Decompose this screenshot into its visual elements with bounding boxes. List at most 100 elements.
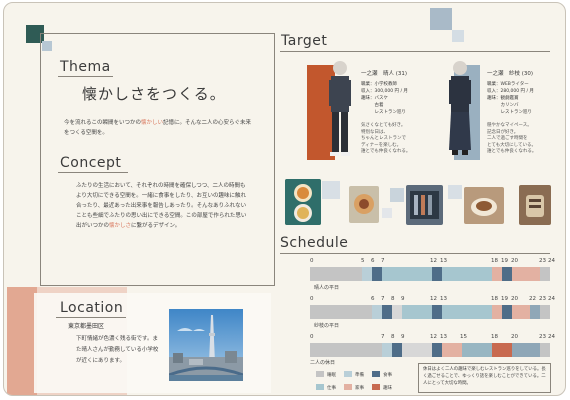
tick: 8 <box>391 334 395 340</box>
segment-meal <box>502 305 512 319</box>
location-photo <box>169 309 243 381</box>
tick: 6 <box>371 296 375 302</box>
tick: 13 <box>440 258 447 264</box>
segment-chores <box>492 305 502 319</box>
strip-square-3 <box>448 185 462 199</box>
tick: 23 <box>539 334 546 340</box>
tick: 20 <box>511 334 518 340</box>
segment-work <box>442 267 492 281</box>
hobby-photo-2 <box>519 185 551 225</box>
tick: 12 <box>430 334 437 340</box>
tick: 12 <box>430 258 437 264</box>
person2-extra-line: 穏やかなマイペース。 <box>487 123 532 128</box>
segment-prep <box>362 267 372 281</box>
person2-line: 趣味：観劇鑑賞 <box>487 96 519 101</box>
food-photo-1 <box>285 179 321 225</box>
row3-label: 二人の休日 <box>310 360 336 366</box>
location-bg-rust <box>7 287 37 395</box>
tick: 7 <box>381 296 385 302</box>
tick: 13 <box>440 296 447 302</box>
person2-line: レストラン巡り <box>487 110 532 115</box>
person1-line: 職業：小学校教師 <box>361 82 397 87</box>
tick: 13 <box>440 334 447 340</box>
segment-work <box>382 267 432 281</box>
person1-extra: 気さくなとても好き。 特別な日は、 ちゃんとレストランで ディナーを楽しむ。 誰… <box>361 123 410 156</box>
target-underline <box>280 51 550 52</box>
legend-swatch <box>344 384 352 390</box>
person1-lines: 職業：小学校教師 収入：300,000 円 / 月 趣味：バスケ 古着 レストラ… <box>361 81 408 116</box>
segment-free <box>392 305 402 319</box>
legend-label: 趣味 <box>383 386 392 391</box>
legend-swatch <box>372 371 380 377</box>
segment-meal <box>382 305 392 319</box>
legend-label: 睡眠 <box>327 373 336 378</box>
segment-meal <box>372 267 382 281</box>
person1-name: 一之瀬 晴人 (31) <box>361 71 408 77</box>
person1-line: 古着 <box>361 103 384 108</box>
legend-label: 食事 <box>383 373 392 378</box>
person1-extra-line: 誰とでも仲良くなれる。 <box>361 149 411 154</box>
segment-outing <box>462 343 492 357</box>
segment-sleep <box>310 305 372 319</box>
tick: 8 <box>391 296 395 302</box>
legend-swatch <box>316 384 324 390</box>
food-photo-2 <box>349 186 379 223</box>
legend-swatch <box>316 371 324 377</box>
location-area: 東京都墨田区 <box>68 323 105 330</box>
legend-swatch <box>344 371 352 377</box>
tick: 18 <box>491 334 498 340</box>
tick: 23 <box>539 258 546 264</box>
person2-extra-line: 誰とでも仲良くなれる。 <box>487 149 537 154</box>
location-body: 下町情緒が色濃く残る街です。また晴人さんが勤務している小学校が近くにあります。 <box>76 336 159 364</box>
segment-meal <box>432 267 442 281</box>
concept-heading: Concept <box>60 155 122 171</box>
tick: 9 <box>401 334 405 340</box>
tick: 0 <box>310 258 314 264</box>
segment-work <box>402 305 432 319</box>
strip-square-2 <box>390 188 404 202</box>
tick: 7 <box>381 334 385 340</box>
tick: 6 <box>371 258 375 264</box>
segment-hobby <box>442 343 462 357</box>
tick: 15 <box>460 334 467 340</box>
segment-prep <box>372 305 382 319</box>
person2-name: 一之瀬 紗枝 (30) <box>487 71 534 77</box>
tick: 20 <box>511 296 518 302</box>
segment-hobby <box>512 267 540 281</box>
person1-line: レストラン巡り <box>361 110 406 115</box>
segment-meal <box>492 343 512 357</box>
tick: 24 <box>548 258 555 264</box>
segment-sleep <box>310 267 362 281</box>
tick: 9 <box>401 296 405 302</box>
legend-label: 家事 <box>355 386 364 391</box>
segment-meal <box>432 343 442 357</box>
schedule-note-text: 休日はよく二人の趣味で楽しむレストラン巡りをしている。長く過ごせることで、ゆっく… <box>423 367 546 386</box>
hobby-photo-1 <box>406 185 443 225</box>
legend-label: 仕事 <box>327 386 336 391</box>
concept-body-highlight: 懐かしさ <box>109 223 132 229</box>
person2-line: 職業：WEBライター <box>487 82 529 87</box>
segment-chores <box>492 267 502 281</box>
thema-body-text: 今を流れるこの瞬間をいつかの <box>64 120 142 126</box>
segment-prep <box>382 343 392 357</box>
segment-free <box>530 305 540 319</box>
segment-sleep <box>540 267 550 281</box>
tick: 18 <box>491 296 498 302</box>
location-heading: Location <box>60 300 124 316</box>
thema-underline <box>58 76 113 77</box>
person1-extra-line: 気さくなとても好き。 <box>361 123 406 128</box>
segment-hobby <box>512 305 530 319</box>
tick: 7 <box>381 258 385 264</box>
row2-label: 紗枝の平日 <box>314 323 340 329</box>
concept-body: ふたりの生活において、それぞれの時間を確保しつつ、二人の時間もより大切にできる空… <box>76 181 251 231</box>
tick: 18 <box>491 258 498 264</box>
schedule-heading: Schedule <box>280 235 349 251</box>
concept-underline <box>58 172 128 173</box>
tick: 24 <box>548 334 555 340</box>
strip-square-1 <box>322 181 340 199</box>
tick: 0 <box>310 334 314 340</box>
tick: 5 <box>361 258 365 264</box>
legend-swatch <box>372 384 380 390</box>
person2-line: カリンバ <box>487 103 519 108</box>
presentation-board: Thema 懐かしさをつくる。 今を流れるこの瞬間をいつかの懐かしい記憶に。そん… <box>3 2 566 396</box>
